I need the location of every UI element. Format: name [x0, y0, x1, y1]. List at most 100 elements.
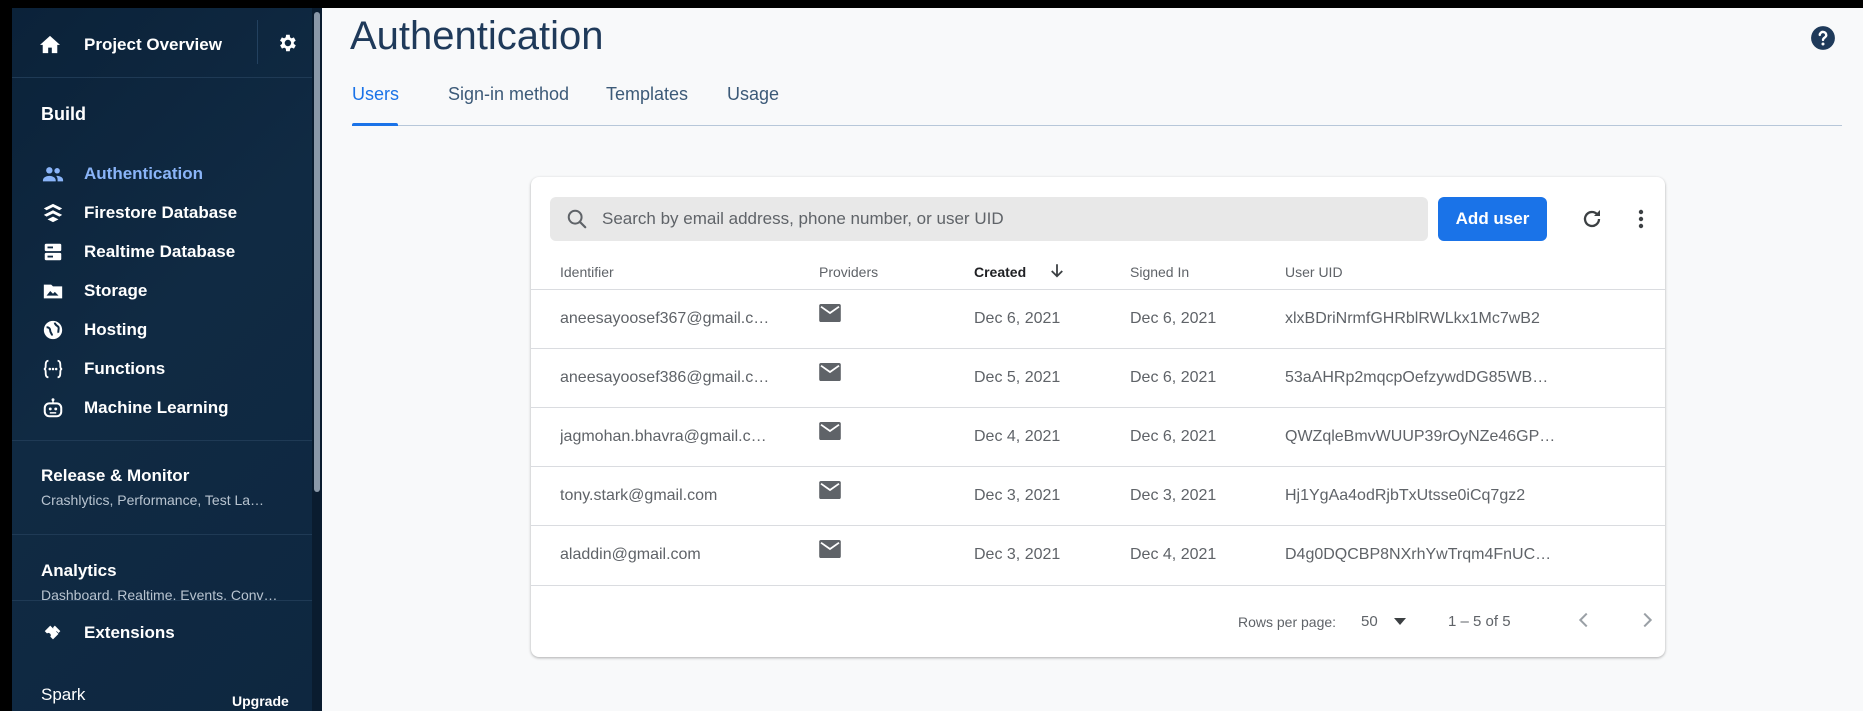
column-header-signed-in[interactable]: Signed In [1130, 264, 1189, 280]
people-icon [42, 167, 64, 182]
uid-cell: QWZqleBmvWUUP39rOyNZe46GP… [1285, 428, 1556, 445]
refresh-icon[interactable] [1580, 207, 1604, 231]
arrow-down-icon[interactable] [1048, 262, 1066, 280]
firestore-icon [43, 203, 63, 223]
functions-icon [43, 359, 63, 379]
table-footer-divider [531, 585, 1665, 586]
app-window: Project Overview Build Authentication Fi… [12, 8, 1863, 711]
column-header-providers[interactable]: Providers [819, 264, 878, 280]
created-cell: Dec 3, 2021 [974, 546, 1061, 563]
sidebar: Project Overview Build Authentication Fi… [12, 8, 322, 711]
table-row[interactable]: aneesayoosef367@gmail.c… Dec 6, 2021 Dec… [531, 289, 1665, 348]
divider [12, 534, 312, 535]
created-cell: Dec 3, 2021 [974, 487, 1061, 504]
sidebar-item-label: Realtime Database [84, 242, 236, 261]
uid-cell: Hj1YgAa4odRjbTxUtsse0iCq7gz2 [1285, 487, 1526, 504]
tab-sign-in-method[interactable]: Sign-in method [448, 84, 569, 105]
divider [12, 440, 312, 441]
sidebar-item-machine-learning[interactable]: Machine Learning [12, 391, 312, 425]
column-header-identifier[interactable]: Identifier [560, 264, 614, 280]
table-row[interactable]: aneesayoosef386@gmail.c… Dec 5, 2021 Dec… [531, 348, 1665, 407]
project-overview-bar: Project Overview [12, 8, 322, 78]
chevron-left-icon[interactable] [1573, 609, 1595, 631]
table-row[interactable]: tony.stark@gmail.com Dec 3, 2021 Dec 3, … [531, 466, 1665, 525]
sidebar-item-functions[interactable]: Functions [12, 352, 312, 386]
identifier-cell: tony.stark@gmail.com [560, 487, 718, 504]
rows-per-page-select[interactable]: 50 [1361, 613, 1378, 630]
created-cell: Dec 5, 2021 [974, 369, 1061, 386]
column-header-created[interactable]: Created [974, 264, 1026, 280]
search-bar[interactable] [550, 197, 1428, 241]
search-icon [567, 209, 587, 229]
active-tab-indicator [352, 123, 398, 126]
sidebar-item-storage[interactable]: Storage [12, 274, 312, 308]
sidebar-item-authentication[interactable]: Authentication [12, 157, 312, 191]
release-monitor-heading[interactable]: Release & Monitor [41, 466, 189, 486]
globe-icon [43, 320, 63, 340]
uid-cell: D4g0DQCBP8NXrhYwTrqm4FnUC… [1285, 546, 1552, 563]
identifier-cell: jagmohan.bhavra@gmail.c… [560, 428, 767, 445]
column-header-user-uid[interactable]: User UID [1285, 264, 1343, 280]
signed-in-cell: Dec 6, 2021 [1130, 428, 1217, 445]
mail-icon [819, 304, 841, 322]
robot-icon [43, 398, 63, 418]
signed-in-cell: Dec 3, 2021 [1130, 487, 1217, 504]
upgrade-button[interactable]: Upgrade [232, 693, 289, 709]
plan-label: Spark [41, 685, 86, 704]
tabs-divider [352, 125, 1842, 126]
sidebar-item-label: Machine Learning [84, 398, 229, 417]
mail-icon [819, 422, 841, 440]
table-row[interactable]: jagmohan.bhavra@gmail.c… Dec 4, 2021 Dec… [531, 407, 1665, 466]
release-monitor-subtitle: Crashlytics, Performance, Test La… [41, 492, 265, 508]
storage-icon [43, 284, 63, 299]
build-heading: Build [41, 104, 86, 124]
uid-cell: xlxBDriNrmfGHRblRWLkx1Mc7wB2 [1285, 310, 1540, 327]
search-input[interactable] [602, 197, 1402, 241]
mail-icon [819, 540, 841, 558]
sidebar-scrollbar[interactable] [314, 12, 320, 492]
sidebar-item-realtime-database[interactable]: Realtime Database [12, 235, 312, 269]
sidebar-item-label: Functions [84, 359, 166, 378]
chevron-right-icon[interactable] [1636, 609, 1658, 631]
uid-cell: 53aAHRp2mqcpOefzywdDG85WB… [1285, 369, 1549, 386]
created-cell: Dec 6, 2021 [974, 310, 1061, 327]
table-row[interactable]: aladdin@gmail.com Dec 3, 2021 Dec 4, 202… [531, 525, 1665, 584]
sidebar-item-extensions[interactable]: Extensions [12, 616, 312, 650]
page-title: Authentication [350, 14, 604, 58]
sidebar-item-hosting[interactable]: Hosting [12, 313, 312, 347]
sidebar-item-label: Extensions [84, 623, 175, 642]
mail-icon [819, 363, 841, 381]
analytics-subtitle: Dashboard, Realtime, Events, Conv… [41, 587, 278, 601]
mail-icon [819, 481, 841, 499]
home-icon[interactable] [39, 34, 61, 54]
identifier-cell: aneesayoosef367@gmail.c… [560, 310, 770, 327]
signed-in-cell: Dec 6, 2021 [1130, 310, 1217, 327]
tab-usage[interactable]: Usage [727, 84, 779, 105]
identifier-cell: aladdin@gmail.com [560, 546, 701, 563]
users-table-card: Add user Identifier Providers Created Si… [531, 177, 1665, 657]
more-vert-icon[interactable] [1629, 207, 1653, 231]
chevron-down-icon[interactable] [1394, 618, 1406, 626]
signed-in-cell: Dec 6, 2021 [1130, 369, 1217, 386]
help-icon[interactable] [1810, 25, 1836, 51]
sidebar-item-label: Authentication [84, 164, 203, 183]
sidebar-item-label: Storage [84, 281, 148, 300]
sidebar-item-label: Firestore Database [84, 203, 238, 222]
add-user-button[interactable]: Add user [1438, 197, 1547, 241]
rows-per-page-label: Rows per page: [1238, 614, 1337, 630]
identifier-cell: aneesayoosef386@gmail.c… [560, 369, 770, 386]
divider [257, 20, 258, 64]
divider [12, 600, 312, 601]
tab-users[interactable]: Users [352, 84, 399, 105]
analytics-heading[interactable]: Analytics [41, 561, 117, 581]
sidebar-item-firestore[interactable]: Firestore Database [12, 196, 312, 230]
pagination-range: 1 – 5 of 5 [1448, 613, 1511, 630]
database-icon [44, 243, 62, 261]
gear-icon[interactable] [276, 32, 298, 54]
sidebar-item-label: Hosting [84, 320, 148, 339]
created-cell: Dec 4, 2021 [974, 428, 1061, 445]
tab-templates[interactable]: Templates [606, 84, 688, 105]
project-overview-link[interactable]: Project Overview [84, 35, 222, 55]
extensions-icon [44, 625, 61, 640]
signed-in-cell: Dec 4, 2021 [1130, 546, 1217, 563]
